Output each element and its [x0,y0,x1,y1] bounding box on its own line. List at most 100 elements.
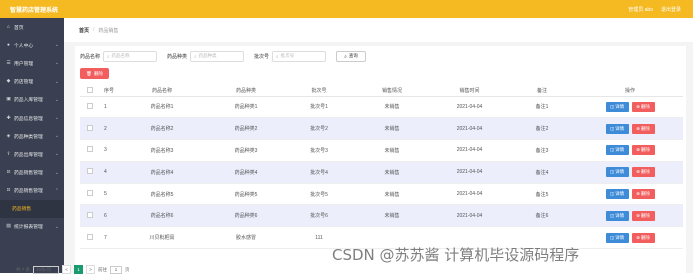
column-header: 药品种类 [206,86,286,97]
box-icon: ▣ [6,97,11,103]
sidebar-item-label: 用户管理 [14,61,34,67]
sidebar-item-statistics[interactable]: ▤ 统计报表管理 ⌄ [0,218,64,236]
name-filter-label: 药品名称 [80,53,101,60]
detail-button[interactable]: ◫ 详情 [605,210,629,221]
detail-button[interactable]: ◫ 详情 [605,101,629,112]
row-checkbox[interactable] [80,183,100,206]
cell-actions: ◫ 详情 ⊗ 删除 [577,161,683,184]
list-panel: 药品名称 ⌕ 药品名称 药品种类 ⌕ 药品种类 批次号 ⌕ 批次号 ⌕ 查询 🗑 删除 序… [75,46,686,273]
row-checkbox[interactable] [80,96,100,119]
cell-actions: ◫ 详情 ⊗ 删除 [577,139,683,162]
chevron-down-icon: ⌄ [54,60,59,67]
delete-button[interactable]: ⊗ 删除 [631,167,655,178]
delete-button[interactable]: ⊗ 删除 [631,123,655,134]
sidebar-item-home[interactable]: ⌂ 首页 [0,18,64,36]
detail-button[interactable]: ◫ 详情 [605,123,629,134]
detail-icon: ◫ [609,212,615,218]
cart-icon: ⊡ [6,188,11,194]
row-checkbox[interactable] [80,117,100,141]
delete-button[interactable]: ⊗ 删除 [631,189,655,200]
sidebar-item-drug-info[interactable]: ✚ 药品信息管理 ⌄ [0,109,64,127]
column-header: 销售时间 [432,86,507,97]
sidebar-item-label: 统计报表管理 [14,225,43,231]
batch-delete-button[interactable]: 🗑 删除 [80,68,109,79]
export-icon: ⇪ [6,151,11,157]
row-checkbox[interactable] [80,226,100,250]
cell-status: 未销售 [352,96,432,119]
sidebar-item-stock-in[interactable]: ▣ 药品入库管理 ⌄ [0,91,64,109]
cell-name: 药品名称4 [118,161,206,184]
cell-time: 2021-04-04 [432,139,507,162]
page-size-select[interactable]: 10条/页 [33,265,60,274]
shop-icon: ◆ [6,79,11,85]
detail-icon: ◫ [609,103,615,109]
detail-icon: ◫ [609,147,615,153]
delete-button[interactable]: ⊗ 删除 [631,210,655,221]
delete-button[interactable]: ⊗ 删除 [631,145,655,156]
cell-index: 4 [100,161,118,184]
batch-search-input[interactable]: ⌕ 批次号 [272,50,327,62]
cell-note: 备注2 [507,117,577,141]
detail-button[interactable]: ◫ 详情 [605,167,629,178]
trash-icon: ⊗ [636,125,640,131]
breadcrumb-separator: / [93,27,95,33]
chevron-up-icon: ⌃ [54,187,59,194]
trash-icon: ⊗ [636,103,640,109]
top-bar: 智慧药店管理系统 管理员 abo 退出登录 [0,0,693,18]
home-icon: ⌂ [7,24,10,30]
detail-icon: ◫ [609,234,615,240]
cart-icon: ⊡ [6,170,11,176]
cell-note: 备注5 [507,183,577,206]
goto-label: 前往 [98,266,108,272]
sidebar-item-profile[interactable]: ● 个人中心 ⌄ [0,36,64,54]
cell-actions: ◫ 详情 ⊗ 删除 [577,226,683,250]
detail-button[interactable]: ◫ 详情 [605,145,629,156]
column-header: 药品名称 [118,86,206,97]
sidebar-item-stock-out[interactable]: ⇪ 药品出库管理 ⌄ [0,145,64,163]
delete-button[interactable]: ⊗ 删除 [631,101,655,112]
cell-index: 6 [100,204,118,228]
breadcrumb-current: 药品销售 [98,27,119,34]
name-search-input[interactable]: ⌕ 药品名称 [103,50,158,62]
total-count: 共 7 条 [16,266,31,272]
logout-link[interactable]: 退出登录 [661,6,681,13]
detail-icon: ◫ [609,191,615,197]
type-search-input[interactable]: ⌕ 药品种类 [190,50,245,62]
sidebar-item-sales[interactable]: ⊡ 药品销售管理 ⌄ [0,164,64,182]
cell-status: 未销售 [352,117,432,141]
trash-icon: ⊗ [636,147,640,153]
sidebar-item-sales-group[interactable]: ⊡ 药品销售管理 ⌃ [0,182,64,200]
sidebar-item-users[interactable]: ☰ 用户管理 ⌄ [0,54,64,72]
cell-note: 备注4 [507,161,577,184]
row-checkbox[interactable] [80,204,100,228]
select-all-checkbox[interactable] [80,86,100,97]
query-button[interactable]: ⌕ 查询 [336,50,367,62]
table-row: 1 药品名称1 药品种类1 批次号1 未销售 2021-04-04 备注1 ◫ 详… [80,96,683,119]
row-checkbox[interactable] [80,139,100,162]
sidebar-subitem-drug-sales[interactable]: 药品销售 [0,199,64,218]
cell-batch: 批次号3 [286,139,352,162]
column-header: 备注 [507,86,577,97]
detail-button[interactable]: ◫ 详情 [605,189,629,200]
row-checkbox[interactable] [80,161,100,184]
breadcrumb: 首页 / 药品销售 [64,18,693,42]
sidebar-item-drug-types[interactable]: ◈ 药品种类管理 ⌄ [0,127,64,145]
cell-name: 药品名称1 [118,96,206,119]
cell-time: 2021-04-04 [432,204,507,228]
table-header-row: 序号 药品名称 药品种类 批次号 销售情况 销售时间 备注 操作 [80,86,683,97]
delete-button[interactable]: ⊗ 删除 [631,232,655,243]
goto-page-input[interactable]: 1 [110,265,123,274]
search-icon: ⌕ [344,53,347,59]
main-content: 首页 / 药品销售 药品名称 ⌕ 药品名称 药品种类 ⌕ 药品种类 批次号 ⌕ 批次号… [64,18,693,273]
chevron-down-icon: ⌄ [54,42,59,49]
sidebar-item-shops[interactable]: ◆ 药店管理 ⌄ [0,73,64,91]
cell-actions: ◫ 详情 ⊗ 删除 [577,204,683,228]
detail-button[interactable]: ◫ 详情 [605,232,629,243]
trash-icon: ⊗ [636,169,640,175]
cell-type: 胶水感冒 [206,226,286,250]
app-title: 智慧药店管理系统 [10,8,59,14]
chevron-down-icon: ⌄ [54,223,59,230]
breadcrumb-home[interactable]: 首页 [79,27,89,34]
watermark: CSDN @苏苏酱 计算机毕设源码程序 [332,246,580,264]
chevron-down-icon: ⌄ [54,133,59,140]
